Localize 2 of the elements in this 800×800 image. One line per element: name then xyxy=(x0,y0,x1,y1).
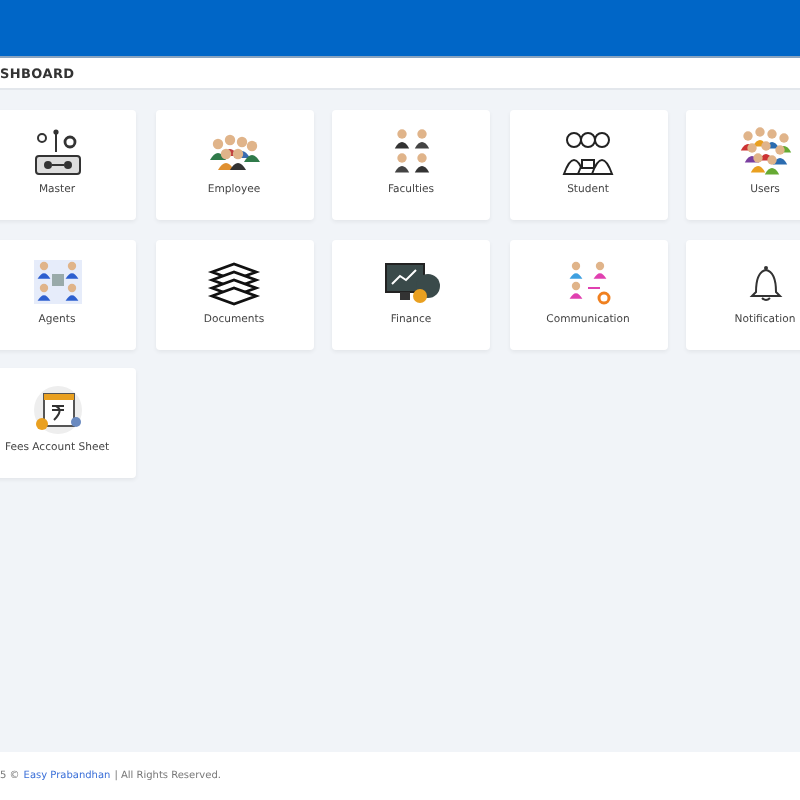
students-icon xyxy=(558,126,618,178)
crowd-icon xyxy=(735,126,795,178)
